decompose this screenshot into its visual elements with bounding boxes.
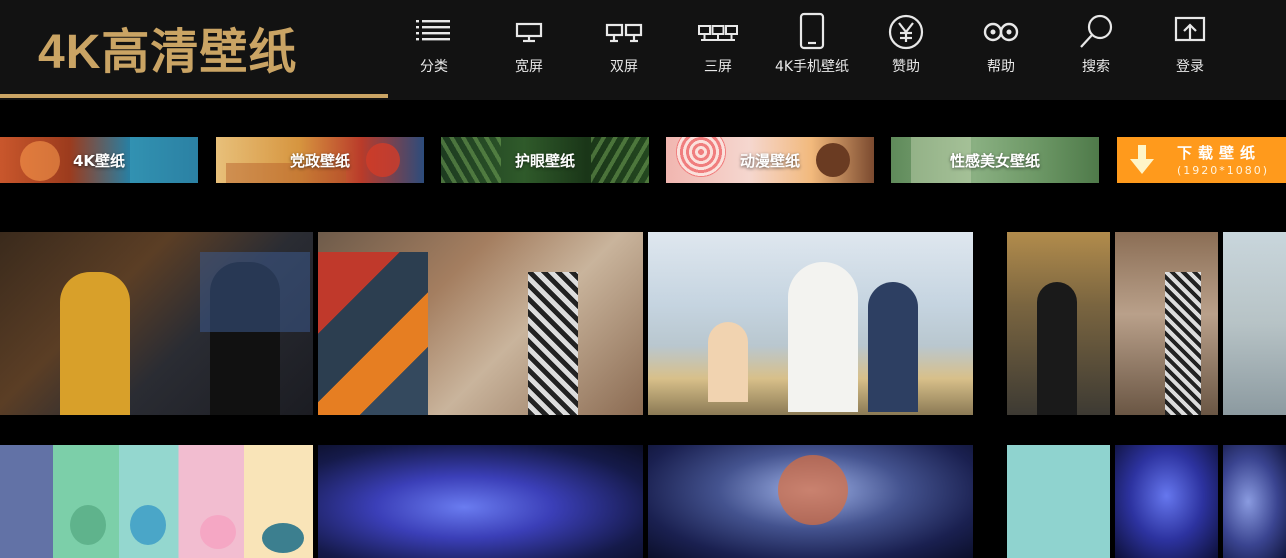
wallpaper-thumbnail[interactable] — [648, 445, 973, 558]
login-icon — [1174, 16, 1206, 42]
wallpaper-thumbnail[interactable] — [0, 232, 313, 415]
character-shape — [778, 455, 848, 525]
nav-label: 三屏 — [704, 59, 732, 75]
banner-anime-wallpaper[interactable]: 动漫壁纸 — [666, 137, 874, 183]
nav-item-4k-phone[interactable]: 4K手机壁纸 — [767, 10, 857, 80]
wallpaper-thumbnail[interactable] — [1223, 445, 1286, 558]
download-arrow-icon — [1130, 145, 1154, 174]
nav-item-search[interactable]: 搜索 — [1051, 10, 1141, 80]
download-title: 下载壁纸 — [1177, 144, 1262, 162]
character-shape — [262, 523, 304, 553]
nav-label: 4K手机壁纸 — [774, 59, 850, 75]
window-shape — [200, 252, 310, 332]
nav-label: 双屏 — [610, 59, 638, 75]
wallpaper-thumbnail[interactable] — [0, 445, 313, 558]
nav-item-sponsor[interactable]: 赞助 — [861, 10, 951, 80]
figure-shape — [1165, 272, 1201, 415]
nav-item-widescreen[interactable]: 宽屏 — [484, 10, 574, 80]
nav-item-category[interactable]: 分类 — [389, 10, 479, 80]
wallpaper-thumbnail[interactable] — [318, 232, 643, 415]
figure-shape — [708, 322, 748, 402]
figure-shape — [528, 272, 578, 415]
site-header: 4K高清壁纸 分类 宽屏 双屏 三屏 4K手机壁纸 赞助 帮助 搜索 登录 — [0, 0, 1286, 100]
nav-label: 分类 — [420, 59, 448, 75]
banner-4k-wallpaper[interactable]: 4K壁纸 — [0, 137, 198, 183]
wallpaper-thumbnail[interactable] — [1223, 232, 1286, 415]
nav-label: 赞助 — [892, 59, 920, 75]
figure-shape — [60, 272, 130, 415]
painting-shape — [318, 252, 428, 415]
monitor-icon — [515, 22, 543, 43]
figure-shape — [1037, 282, 1077, 415]
wallpaper-thumbnail[interactable] — [648, 232, 973, 415]
banner-beauty-wallpaper[interactable]: 性感美女壁纸 — [891, 137, 1099, 183]
banner-label: 动漫壁纸 — [739, 152, 800, 170]
dual-monitor-icon — [605, 23, 643, 43]
list-icon — [416, 20, 450, 41]
wallpaper-thumbnail[interactable] — [1115, 445, 1218, 558]
character-shape — [130, 505, 166, 545]
nav-item-dual-screen[interactable]: 双屏 — [579, 10, 669, 80]
download-resolution: (1920*1080) — [1177, 164, 1270, 177]
yen-icon — [888, 14, 924, 50]
banner-party-wallpaper[interactable]: 党政壁纸 — [216, 137, 424, 183]
nav-item-login[interactable]: 登录 — [1145, 10, 1235, 80]
character-shape — [70, 505, 106, 545]
site-logo[interactable]: 4K高清壁纸 — [38, 12, 297, 82]
nav-label: 搜索 — [1082, 59, 1110, 75]
wallpaper-thumbnail[interactable] — [1007, 445, 1110, 558]
character-shape — [200, 515, 236, 549]
banner-label: 党政壁纸 — [289, 152, 350, 170]
figure-shape — [788, 262, 858, 412]
phone-icon — [799, 12, 825, 50]
wallpaper-thumbnail[interactable] — [1115, 232, 1218, 415]
wallpaper-thumbnail[interactable] — [318, 445, 643, 558]
download-wallpaper-button[interactable]: 下载壁纸 (1920*1080) — [1117, 137, 1286, 183]
triple-monitor-icon — [698, 25, 738, 41]
figure-shape — [868, 282, 918, 412]
banner-label: 4K壁纸 — [72, 152, 126, 170]
nav-label: 宽屏 — [515, 59, 543, 75]
search-icon — [1080, 14, 1113, 48]
help-icon — [983, 22, 1019, 42]
banner-label: 护眼壁纸 — [514, 152, 575, 170]
nav-item-triple-screen[interactable]: 三屏 — [673, 10, 763, 80]
nav-label: 帮助 — [987, 59, 1015, 75]
nav-item-help[interactable]: 帮助 — [956, 10, 1046, 80]
wallpaper-thumbnail[interactable] — [1007, 232, 1110, 415]
logo-underline — [0, 94, 388, 98]
nav-label: 登录 — [1176, 59, 1204, 75]
banner-eye-care-wallpaper[interactable]: 护眼壁纸 — [441, 137, 649, 183]
banner-label: 性感美女壁纸 — [949, 152, 1040, 170]
